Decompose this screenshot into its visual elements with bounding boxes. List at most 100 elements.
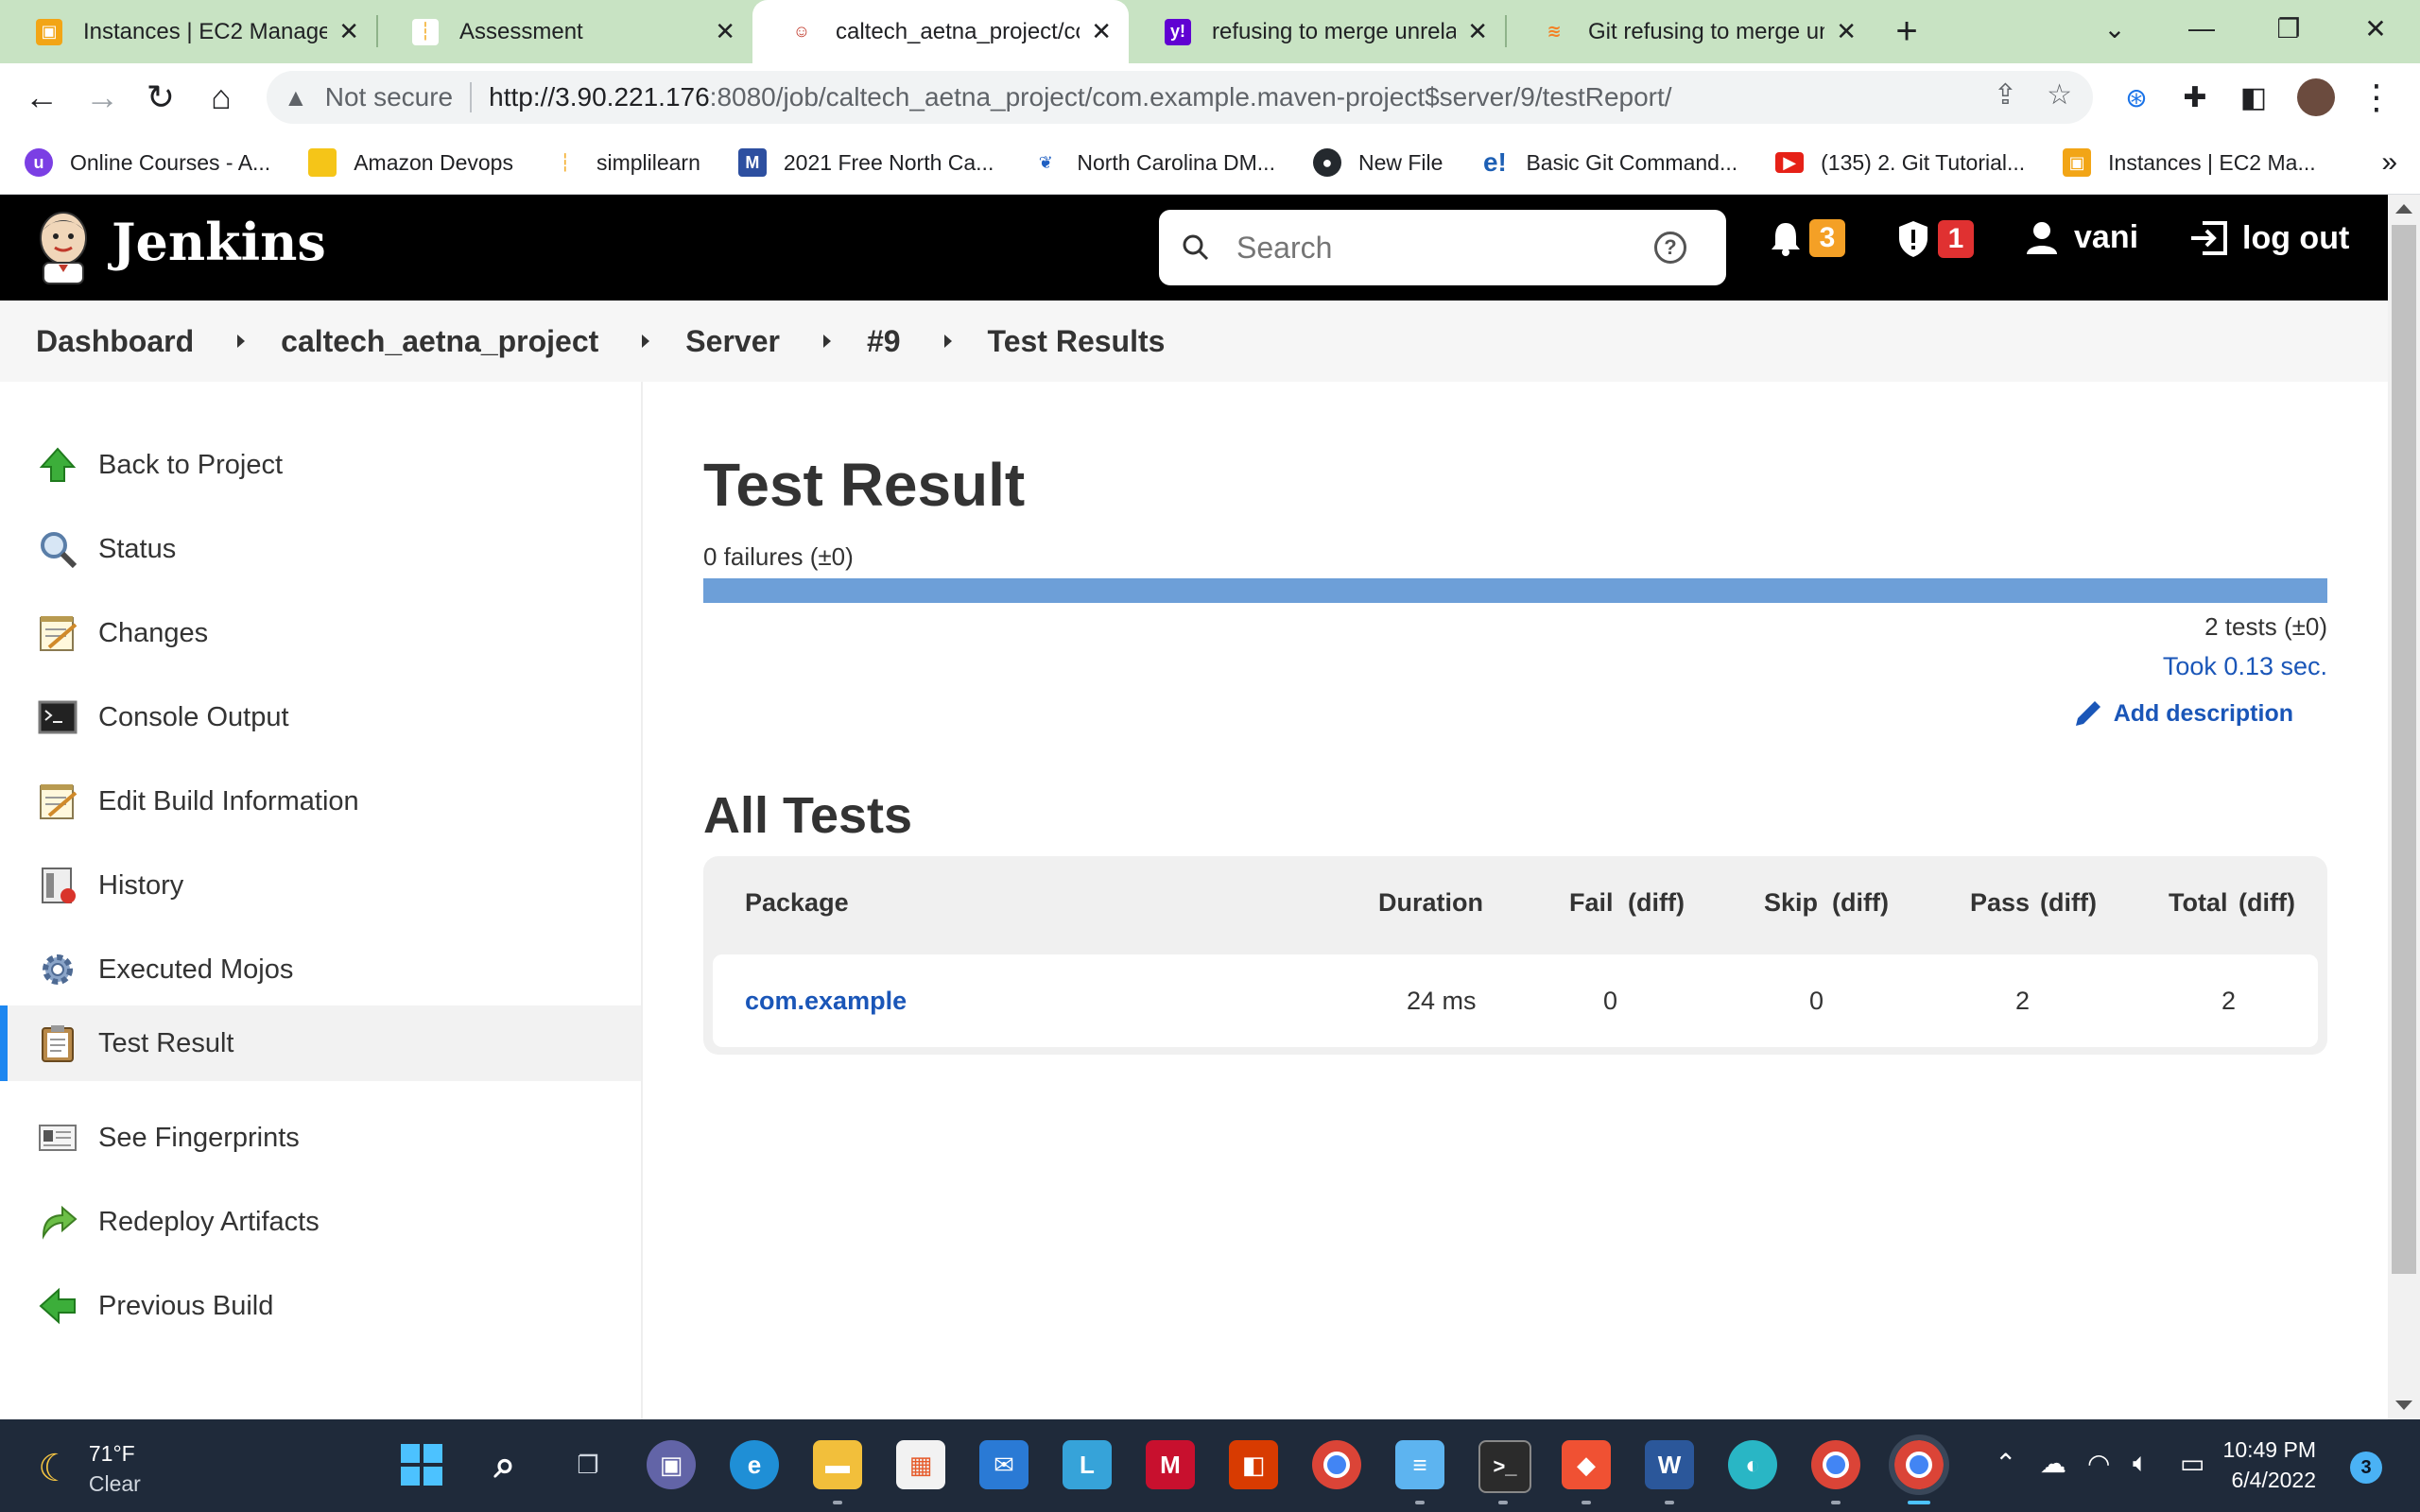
- clock[interactable]: 10:49 PM 6/4/2022: [2174, 1435, 2316, 1495]
- notepad-icon[interactable]: ≡: [1395, 1440, 1444, 1489]
- browser-tab[interactable]: ≋ Git refusing to merge unr ✕: [1505, 0, 1874, 63]
- column-header-pass-diff[interactable]: (diff): [2040, 888, 2097, 918]
- notification-count-badge[interactable]: 3: [2350, 1452, 2382, 1484]
- microsoft-store-icon[interactable]: ▦: [896, 1440, 945, 1489]
- puzzle-icon[interactable]: ✚: [2172, 75, 2218, 120]
- column-header-total[interactable]: Total: [2169, 888, 2228, 918]
- chevron-right-icon[interactable]: [822, 335, 831, 348]
- forward-arrow-icon[interactable]: →: [79, 75, 125, 120]
- sidebar-item-changes[interactable]: Changes: [0, 595, 641, 671]
- sidebar-item-redeploy-artifacts[interactable]: Redeploy Artifacts: [0, 1184, 641, 1260]
- address-bar[interactable]: ▲ Not secure http://3.90.221.176:8080/jo…: [267, 71, 2093, 124]
- jenkins-butler-logo-icon[interactable]: [34, 210, 93, 285]
- edge-icon[interactable]: e: [730, 1440, 779, 1489]
- share-icon[interactable]: ⇪: [1994, 78, 2017, 112]
- chevron-right-icon[interactable]: [237, 335, 246, 348]
- column-header-fail[interactable]: Fail: [1569, 888, 1614, 918]
- bookmark-item[interactable]: e! Basic Git Command...: [1480, 147, 1737, 177]
- side-panel-icon[interactable]: ◧: [2231, 75, 2276, 120]
- bookmark-item[interactable]: ▶ (135) 2. Git Tutorial...: [1775, 150, 2025, 176]
- sidebar-item-previous-build[interactable]: Previous Build: [0, 1268, 641, 1344]
- home-icon[interactable]: ⌂: [199, 75, 244, 120]
- teams-chat-icon[interactable]: ▣: [647, 1440, 696, 1489]
- sidebar-item-see-fingerprints[interactable]: See Fingerprints: [0, 1100, 641, 1176]
- tab-search-chevron-icon[interactable]: ⌄: [2072, 0, 2157, 57]
- close-window-icon[interactable]: ✕: [2333, 0, 2418, 57]
- close-icon[interactable]: ✕: [1091, 17, 1112, 46]
- close-icon[interactable]: ✕: [1836, 17, 1857, 46]
- logout-link[interactable]: log out: [2187, 219, 2349, 257]
- weather-widget[interactable]: ☾ 71°F Clear: [38, 1438, 141, 1499]
- wifi-icon[interactable]: ◠: [2087, 1448, 2110, 1479]
- word-icon[interactable]: W: [1645, 1440, 1694, 1489]
- app-l-icon[interactable]: L: [1063, 1440, 1112, 1489]
- breadcrumb-module[interactable]: Server: [685, 324, 780, 359]
- bookmark-star-icon[interactable]: ☆: [2047, 78, 2072, 112]
- mcafee-icon[interactable]: M: [1146, 1440, 1195, 1489]
- bookmarks-overflow-chevron-icon[interactable]: »: [2381, 146, 2397, 179]
- bookmark-item[interactable]: ▣ Instances | EC2 Ma...: [2063, 148, 2316, 177]
- breadcrumb-build[interactable]: #9: [867, 324, 901, 359]
- close-icon[interactable]: ✕: [1467, 17, 1488, 46]
- start-windows-icon[interactable]: [397, 1440, 446, 1489]
- file-explorer-icon[interactable]: ▬: [813, 1440, 862, 1489]
- sidebar-item-back-to-project[interactable]: Back to Project: [0, 427, 641, 503]
- help-icon[interactable]: ?: [1654, 232, 1686, 264]
- restore-icon[interactable]: ❐: [2246, 0, 2331, 57]
- duration-link[interactable]: Took 0.13 sec.: [2163, 652, 2327, 681]
- profile-avatar-icon[interactable]: [2293, 75, 2339, 120]
- back-arrow-icon[interactable]: ←: [19, 75, 64, 120]
- browser-tab[interactable]: ┆ Assessment ✕: [376, 0, 752, 63]
- browser-tab[interactable]: y! refusing to merge unrelat ✕: [1129, 0, 1505, 63]
- task-view-icon[interactable]: ❐: [563, 1440, 613, 1489]
- bookmark-item[interactable]: Amazon Devops: [308, 148, 513, 177]
- column-header-package[interactable]: Package: [745, 888, 849, 918]
- scroll-up-arrow-icon[interactable]: [2395, 204, 2412, 214]
- bookmark-item[interactable]: ❦ North Carolina DM...: [1031, 148, 1275, 177]
- breadcrumb-dashboard[interactable]: Dashboard: [36, 324, 194, 359]
- chrome-profile-icon[interactable]: [1811, 1440, 1860, 1489]
- scrollbar-thumb[interactable]: [2392, 225, 2416, 1274]
- column-header-fail-diff[interactable]: (diff): [1628, 888, 1685, 918]
- sidebar-item-history[interactable]: History: [0, 848, 641, 923]
- add-description-button[interactable]: Add description: [2072, 697, 2293, 730]
- chevron-up-icon[interactable]: ⌃: [1995, 1448, 2016, 1479]
- sidebar-item-status[interactable]: Status: [0, 511, 641, 587]
- column-header-skip-diff[interactable]: (diff): [1832, 888, 1889, 918]
- chevron-right-icon[interactable]: [943, 335, 952, 348]
- chevron-right-icon[interactable]: [642, 335, 650, 348]
- bookmark-item[interactable]: ● New File: [1312, 148, 1443, 177]
- close-icon[interactable]: ✕: [715, 17, 735, 46]
- new-tab-button[interactable]: +: [1874, 0, 1940, 63]
- user-link[interactable]: vani: [2025, 219, 2138, 256]
- chrome-active-icon[interactable]: [1889, 1435, 1949, 1495]
- package-link[interactable]: com.example: [745, 987, 907, 1016]
- bookmark-item[interactable]: M 2021 Free North Ca...: [737, 148, 994, 177]
- git-gui-icon[interactable]: ◆: [1562, 1440, 1611, 1489]
- sidebar-item-edit-build-information[interactable]: Edit Build Information: [0, 764, 641, 839]
- column-header-skip[interactable]: Skip: [1764, 888, 1818, 918]
- sidebar-item-executed-mojos[interactable]: Executed Mojos: [0, 932, 641, 1007]
- bookmark-item[interactable]: u Online Courses - A...: [25, 148, 270, 177]
- sidebar-item-test-result[interactable]: Test Result: [0, 1005, 641, 1081]
- bookmark-item[interactable]: ┆ simplilearn: [551, 148, 700, 177]
- mail-icon[interactable]: ✉: [979, 1440, 1028, 1489]
- breadcrumb-test-results[interactable]: Test Results: [988, 324, 1166, 359]
- office-icon[interactable]: ◧: [1229, 1440, 1278, 1489]
- column-header-pass[interactable]: Pass: [1970, 888, 2030, 918]
- jenkins-title[interactable]: Jenkins: [112, 212, 326, 272]
- volume-icon[interactable]: 🔈︎: [2133, 1448, 2149, 1479]
- app-teal-icon[interactable]: ◐: [1728, 1440, 1777, 1489]
- extension-icon[interactable]: ⊛: [2114, 75, 2159, 120]
- browser-tab[interactable]: ▣ Instances | EC2 Managem ✕: [0, 0, 376, 63]
- scroll-down-arrow-icon[interactable]: [2395, 1400, 2412, 1410]
- sidebar-item-console-output[interactable]: Console Output: [0, 679, 641, 755]
- reload-icon[interactable]: ↻: [138, 75, 183, 120]
- breadcrumb-project[interactable]: caltech_aetna_project: [281, 324, 598, 359]
- onedrive-cloud-icon[interactable]: ☁: [2040, 1448, 2066, 1479]
- search-input[interactable]: [1235, 229, 1654, 266]
- minimize-icon[interactable]: —: [2159, 0, 2244, 57]
- search-icon[interactable]: ⌕: [480, 1440, 529, 1489]
- notifications-button[interactable]: 3: [1770, 219, 1845, 257]
- column-header-duration[interactable]: Duration: [1378, 888, 1483, 918]
